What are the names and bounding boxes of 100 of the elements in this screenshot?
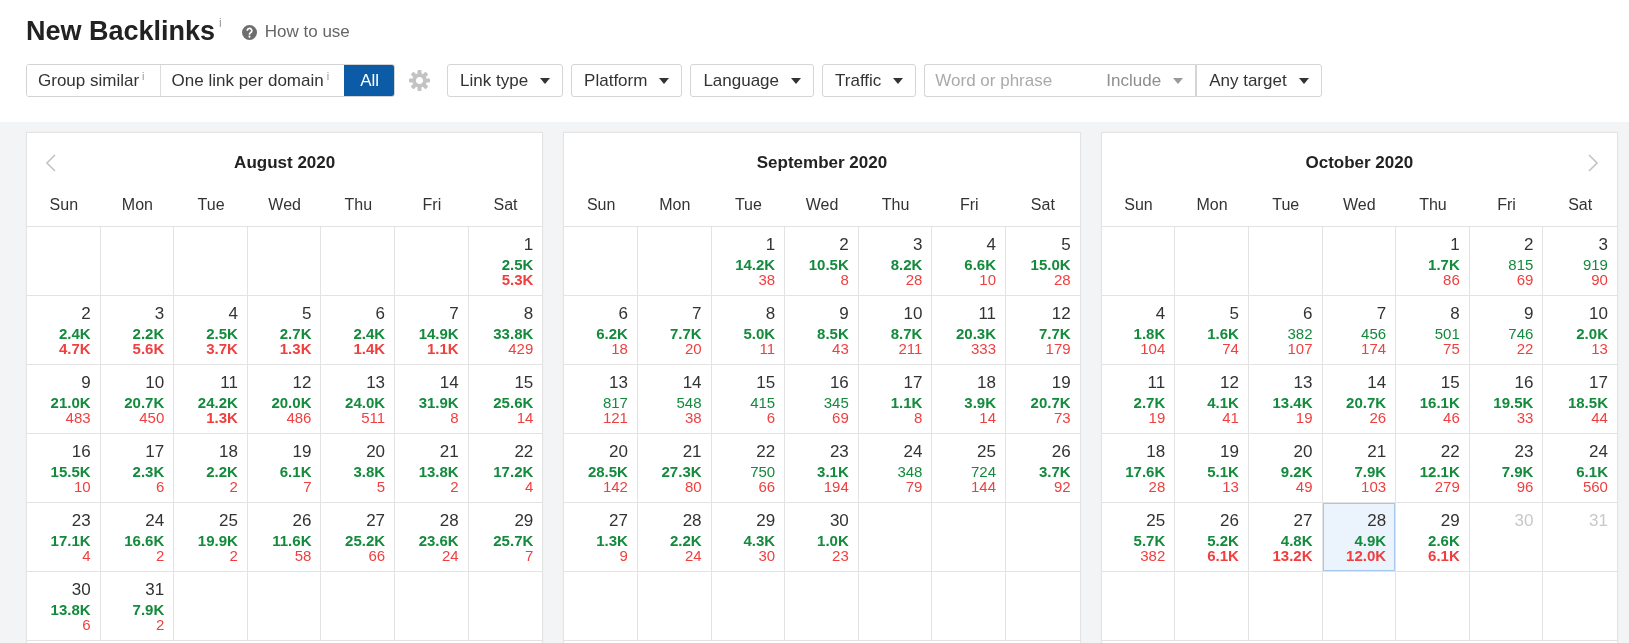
day-cell[interactable]: 5 1.6K 74 (1175, 296, 1249, 365)
help-link[interactable]: How to use (241, 21, 350, 43)
day-cell[interactable]: 16 19.5K 33 (1469, 365, 1544, 434)
day-cell[interactable]: 11 20.3K 333 (932, 296, 1007, 365)
day-cell[interactable]: 3 2.2K 5.6K (100, 296, 175, 365)
day-cell[interactable]: 8 501 75 (1396, 296, 1470, 365)
day-cell[interactable]: 28 2.2K 24 (637, 503, 712, 572)
day-cell[interactable]: 4 1.8K 104 (1101, 296, 1176, 365)
chevron-right-icon[interactable] (1588, 153, 1598, 172)
day-cell[interactable]: 20 3.8K 5 (321, 434, 396, 503)
day-cell[interactable]: 10 8.7K 211 (858, 296, 933, 365)
day-cell[interactable]: 6 6.2K 18 (564, 296, 638, 365)
day-cell[interactable]: 27 1.3K 9 (564, 503, 638, 572)
dropdown-button[interactable]: Traffic (822, 64, 917, 97)
day-cell[interactable]: 28 4.9K 12.0K (1322, 503, 1397, 572)
day-cell[interactable]: 13 24.0K 511 (321, 365, 396, 434)
day-cell[interactable]: 14 20.7K 26 (1322, 365, 1397, 434)
day-cell[interactable]: 8 33.8K 429 (468, 296, 543, 365)
day-cell[interactable]: 14 31.9K 8 (395, 365, 469, 434)
day-cell[interactable]: 13 13.4K 19 (1248, 365, 1323, 434)
day-cell[interactable]: 21 27.3K 80 (637, 434, 712, 503)
day-cell[interactable]: 29 25.7K 7 (468, 503, 543, 572)
dropdown-button[interactable]: Language (690, 64, 815, 97)
day-cell[interactable]: 7 456 174 (1322, 296, 1397, 365)
day-cell[interactable]: 15 415 6 (711, 365, 786, 434)
day-cell[interactable]: 7 7.7K 20 (637, 296, 712, 365)
day-cell[interactable]: 11 24.2K 1.3K (174, 365, 248, 434)
day-cell[interactable]: 12 4.1K 41 (1175, 365, 1249, 434)
day-cell[interactable]: 18 3.9K 14 (932, 365, 1007, 434)
day-cell[interactable]: 7 14.9K 1.1K (395, 296, 469, 365)
day-cell[interactable]: 25 724 144 (932, 434, 1007, 503)
day-cell[interactable]: 26 11.6K 58 (247, 503, 322, 572)
day-cell[interactable]: 1 2.5K 5.3K (468, 227, 543, 296)
day-cell[interactable]: 8 5.0K 11 (711, 296, 786, 365)
chevron-left-icon[interactable] (46, 153, 56, 172)
day-cell[interactable]: 11 2.7K 19 (1101, 365, 1176, 434)
day-cell[interactable]: 10 2.0K 13 (1543, 296, 1617, 365)
day-cell[interactable]: 21 7.9K 103 (1322, 434, 1397, 503)
day-cell[interactable]: 2 815 69 (1469, 227, 1544, 296)
day-cell[interactable]: 24 348 79 (858, 434, 933, 503)
day-cell[interactable]: 3 919 90 (1543, 227, 1617, 296)
day-cell[interactable]: 27 4.8K 13.2K (1248, 503, 1323, 572)
day-cell[interactable]: 10 20.7K 450 (100, 365, 175, 434)
day-cell[interactable]: 5 15.0K 28 (1006, 227, 1080, 296)
day-cell[interactable]: 24 6.1K 560 (1543, 434, 1617, 503)
day-cell[interactable]: 26 3.7K 92 (1006, 434, 1080, 503)
day-cell[interactable]: 5 2.7K 1.3K (247, 296, 322, 365)
day-cell[interactable]: 22 17.2K 4 (468, 434, 543, 503)
day-cell[interactable]: 6 382 107 (1248, 296, 1323, 365)
day-cell[interactable]: 2 2.4K 4.7K (27, 296, 101, 365)
day-cell[interactable]: 14 548 38 (637, 365, 712, 434)
day-cell[interactable]: 25 5.7K 382 (1101, 503, 1176, 572)
day-cell[interactable]: 1 14.2K 38 (711, 227, 786, 296)
day-cell[interactable]: 9 8.5K 43 (785, 296, 859, 365)
day-cell[interactable]: 4 2.5K 3.7K (174, 296, 248, 365)
day-cell[interactable]: 15 16.1K 46 (1396, 365, 1470, 434)
day-cell[interactable]: 17 1.1K 8 (858, 365, 933, 434)
day-cell[interactable]: 27 25.2K 66 (321, 503, 396, 572)
day-cell[interactable]: 16 15.5K 10 (27, 434, 101, 503)
day-cell[interactable]: 12 7.7K 179 (1006, 296, 1080, 365)
day-cell[interactable]: 31 7.9K 2 (100, 572, 175, 641)
settings-icon[interactable] (409, 70, 431, 91)
day-cell[interactable]: 23 3.1K 194 (785, 434, 859, 503)
dropdown-button[interactable]: Link type (447, 64, 564, 97)
day-cell[interactable]: 2 10.5K 8 (785, 227, 859, 296)
day-cell[interactable]: 22 12.1K 279 (1396, 434, 1470, 503)
day-cell[interactable]: 26 5.2K 6.1K (1175, 503, 1249, 572)
day-cell[interactable]: 15 25.6K 14 (468, 365, 543, 434)
day-cell[interactable]: 22 750 66 (711, 434, 786, 503)
day-cell[interactable]: 13 817 121 (564, 365, 638, 434)
day-cell[interactable]: 20 9.2K 49 (1248, 434, 1323, 503)
day-cell[interactable]: 17 2.3K 6 (100, 434, 175, 503)
day-cell[interactable]: 21 13.8K 2 (395, 434, 469, 503)
day-cell[interactable]: 18 17.6K 28 (1101, 434, 1176, 503)
day-cell[interactable]: 20 28.5K 142 (564, 434, 638, 503)
day-cell[interactable]: 1 1.7K 86 (1396, 227, 1470, 296)
segment-button[interactable]: All (344, 65, 395, 96)
dropdown-button[interactable]: Any target (1196, 64, 1322, 97)
day-cell[interactable]: 6 2.4K 1.4K (321, 296, 396, 365)
day-cell[interactable]: 28 23.6K 24 (395, 503, 469, 572)
day-cell[interactable]: 30 13.8K 6 (27, 572, 101, 641)
day-cell[interactable]: 9 21.0K 483 (27, 365, 101, 434)
day-cell[interactable]: 12 20.0K 486 (247, 365, 322, 434)
day-cell[interactable]: 4 6.6K 10 (932, 227, 1007, 296)
day-cell[interactable]: 25 19.9K 2 (174, 503, 248, 572)
day-cell[interactable]: 16 345 69 (785, 365, 859, 434)
day-cell[interactable]: 23 17.1K 4 (27, 503, 101, 572)
day-cell[interactable]: 19 5.1K 13 (1175, 434, 1249, 503)
dropdown-button[interactable]: Platform (571, 64, 683, 97)
day-cell[interactable]: 23 7.9K 96 (1469, 434, 1544, 503)
day-cell[interactable]: 29 2.6K 6.1K (1396, 503, 1470, 572)
day-cell[interactable]: 19 6.1K 7 (247, 434, 322, 503)
day-cell[interactable]: 3 8.2K 28 (858, 227, 933, 296)
day-cell[interactable]: 17 18.5K 44 (1543, 365, 1617, 434)
day-cell[interactable]: 18 2.2K 2 (174, 434, 248, 503)
day-cell[interactable]: 24 16.6K 2 (100, 503, 175, 572)
day-cell[interactable]: 9 746 22 (1469, 296, 1544, 365)
day-cell[interactable]: 30 1.0K 23 (785, 503, 859, 572)
day-cell[interactable]: 29 4.3K 30 (711, 503, 786, 572)
day-cell[interactable]: 19 20.7K 73 (1006, 365, 1080, 434)
